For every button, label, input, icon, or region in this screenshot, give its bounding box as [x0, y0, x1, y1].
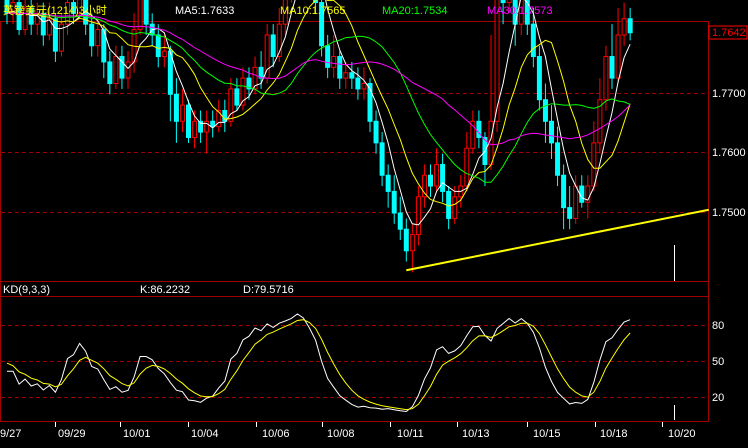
ma30-readout: MA30:1.7573: [487, 5, 552, 17]
kd-tick-label: 80: [712, 320, 724, 332]
candle-body: [609, 56, 615, 79]
candle-body: [385, 174, 391, 192]
candle-body: [155, 34, 161, 58]
candle-body: [331, 56, 337, 68]
candle-body: [506, 0, 512, 4]
ma5-readout: MA5:1.7633: [175, 5, 234, 17]
candle-body: [137, 0, 143, 31]
candle-body: [530, 23, 536, 58]
candle-body: [179, 104, 185, 122]
chart-title: 英镑美元(1214)3小时: [3, 3, 107, 17]
price-tick-label: 1.7500: [712, 207, 746, 219]
candle-body: [379, 142, 385, 176]
candle-body: [627, 18, 633, 34]
candle-body: [143, 0, 149, 25]
candle-body: [95, 29, 101, 47]
candle-body: [500, 0, 506, 4]
candle-body: [561, 174, 567, 209]
candle-body: [621, 18, 627, 36]
candle-body: [615, 34, 621, 79]
trendlines: [406, 208, 709, 272]
candle-body: [567, 207, 573, 219]
candle-body: [107, 61, 113, 85]
candle-body: [373, 120, 379, 144]
candle-body: [258, 66, 264, 79]
date-label: 09/29: [58, 428, 86, 440]
k-readout: K:86.2232: [140, 284, 190, 296]
candle-body: [343, 72, 349, 79]
candle-body: [325, 45, 331, 68]
ma10-readout: MA10:1.7565: [280, 5, 345, 17]
kd-tick-label: 20: [712, 392, 724, 404]
candle-body: [603, 56, 609, 101]
kd-lines: [6, 313, 631, 413]
date-label: 10/04: [191, 428, 219, 440]
candle-body: [355, 77, 361, 90]
candle-body: [415, 196, 421, 236]
candle-body: [125, 61, 131, 79]
candle-body: [549, 120, 554, 144]
date-label: 10/08: [327, 428, 355, 440]
candle-body: [52, 18, 58, 52]
k-line: [7, 313, 631, 413]
candle-body: [542, 99, 548, 122]
date-label: 10/01: [123, 428, 151, 440]
candle-body: [403, 228, 409, 252]
date-label: 10/15: [533, 428, 561, 440]
ma20-readout: MA20:1.7534: [382, 5, 447, 17]
candle-body: [186, 104, 191, 138]
date-label: 10/18: [600, 428, 628, 440]
kd-label: KD(9,3,3): [3, 284, 50, 296]
candle-body: [591, 142, 597, 187]
candle-body: [192, 120, 198, 138]
ma30-line: [6, 12, 631, 146]
candle-body: [234, 88, 240, 106]
candle-body: [488, 120, 494, 165]
kd-tick-label: 50: [712, 356, 724, 368]
ma10-line: [6, 0, 631, 207]
candle-body: [428, 174, 433, 187]
candle-body: [434, 163, 440, 187]
date-label: 10/20: [668, 428, 696, 440]
candle-body: [210, 120, 216, 128]
candle-body: [409, 234, 415, 252]
date-label: 10/13: [462, 428, 490, 440]
candle-body: [391, 190, 397, 214]
date-label: 9/27: [0, 428, 21, 440]
ma20-line: [6, 12, 631, 183]
candle-body: [573, 185, 579, 219]
candle-body: [361, 83, 367, 90]
candle-body: [113, 56, 119, 85]
date-ticks: [55, 422, 663, 427]
candle-body: [464, 147, 470, 187]
candle-body: [440, 163, 446, 192]
date-label: 10/11: [397, 428, 424, 440]
candle-body: [452, 196, 458, 219]
trendline: [406, 208, 709, 272]
current-price-label: 1.7642: [712, 27, 746, 39]
d-readout: D:79.5716: [243, 284, 294, 296]
candle-body: [397, 212, 403, 230]
candle-body: [89, 23, 95, 47]
candle-body: [536, 56, 542, 101]
price-tick-label: 1.7700: [712, 88, 746, 100]
chart-canvas: 英镑美元(1214)3小时 MA5:1.7633 MA10:1.7565 MA2…: [0, 0, 748, 440]
candle-body: [555, 142, 561, 176]
candle-body: [173, 93, 179, 122]
price-tick-label: 1.7600: [712, 147, 746, 159]
candle-body: [270, 34, 276, 58]
chart-window: 英镑美元(1214)3小时 MA5:1.7633 MA10:1.7565 MA2…: [0, 0, 748, 448]
candle-body: [349, 72, 355, 79]
candle-body: [337, 56, 343, 79]
date-label: 10/06: [262, 428, 290, 440]
candles: [4, 0, 633, 273]
ma5-line: [6, 0, 631, 226]
moving-averages: [6, 0, 631, 226]
candle-body: [161, 50, 167, 58]
d-line: [6, 319, 631, 411]
